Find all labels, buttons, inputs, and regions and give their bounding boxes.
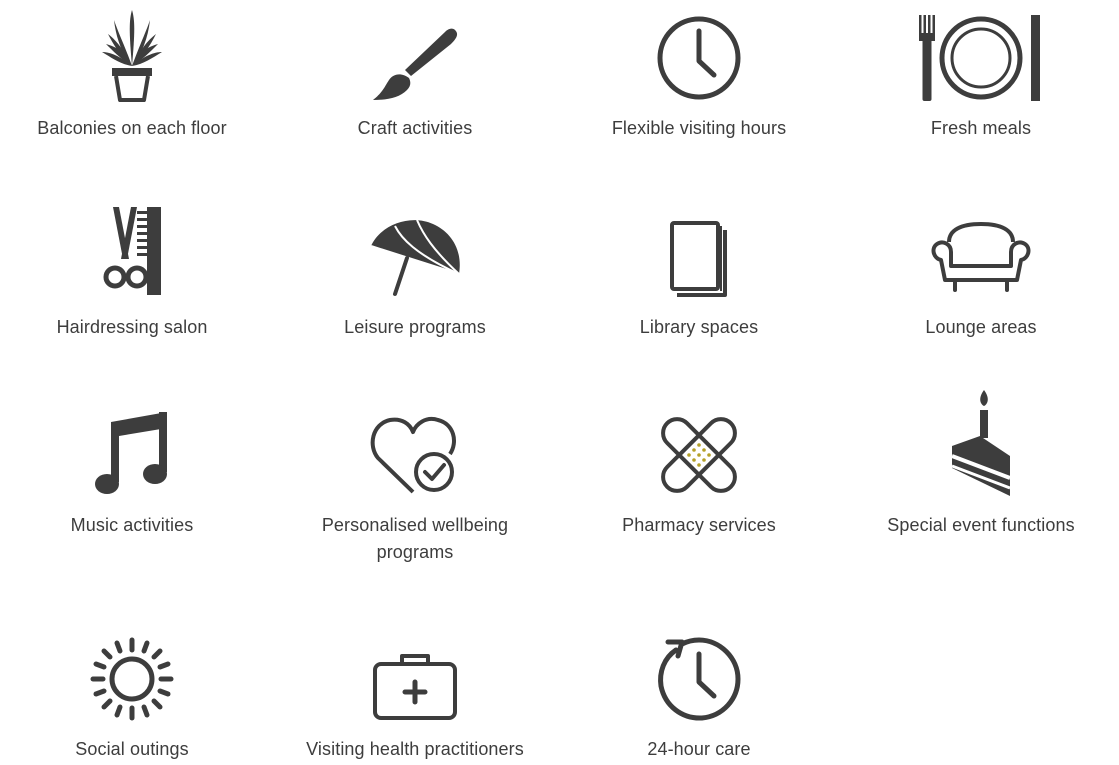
scissors-comb-icon [103,207,161,295]
clock-icon [656,15,742,101]
feature-label: Lounge areas [925,317,1037,337]
feature-label: Craft activities [357,118,473,138]
feature-label: Special event functions [887,515,1075,535]
plate-cutlery-icon [919,15,1043,101]
medical-bag-icon [372,652,458,722]
armchair-icon [931,221,1031,292]
feature-label: Music activities [70,515,194,535]
music-note-icon [95,412,169,496]
feature-label: Personalised wellbeing programs [280,512,550,566]
heart-check-icon [370,414,460,496]
feature-label-line: Personalised wellbeing [321,515,509,535]
feature-label: Hairdressing salon [56,317,208,337]
feature-label: Visiting health practitioners [306,739,524,759]
sun-icon [90,637,174,721]
feature-label: Pharmacy services [622,515,776,535]
cake-candle-icon [948,390,1014,496]
potted-plant-icon [102,10,162,102]
feature-label: 24-hour care [647,739,751,759]
bandage-icon [656,412,742,498]
feature-label: Leisure programs [344,317,486,337]
clock-arrow-icon [656,636,742,722]
feature-label: Balconies on each floor [37,118,227,138]
book-icon [669,220,729,298]
paintbrush-icon [371,28,459,102]
feature-label: Library spaces [639,317,759,337]
feature-label: Social outings [75,739,189,759]
beach-umbrella-icon [367,218,463,296]
feature-label: Fresh meals [930,118,1032,138]
feature-label: Flexible visiting hours [611,118,787,138]
feature-label-line: programs [376,542,454,562]
